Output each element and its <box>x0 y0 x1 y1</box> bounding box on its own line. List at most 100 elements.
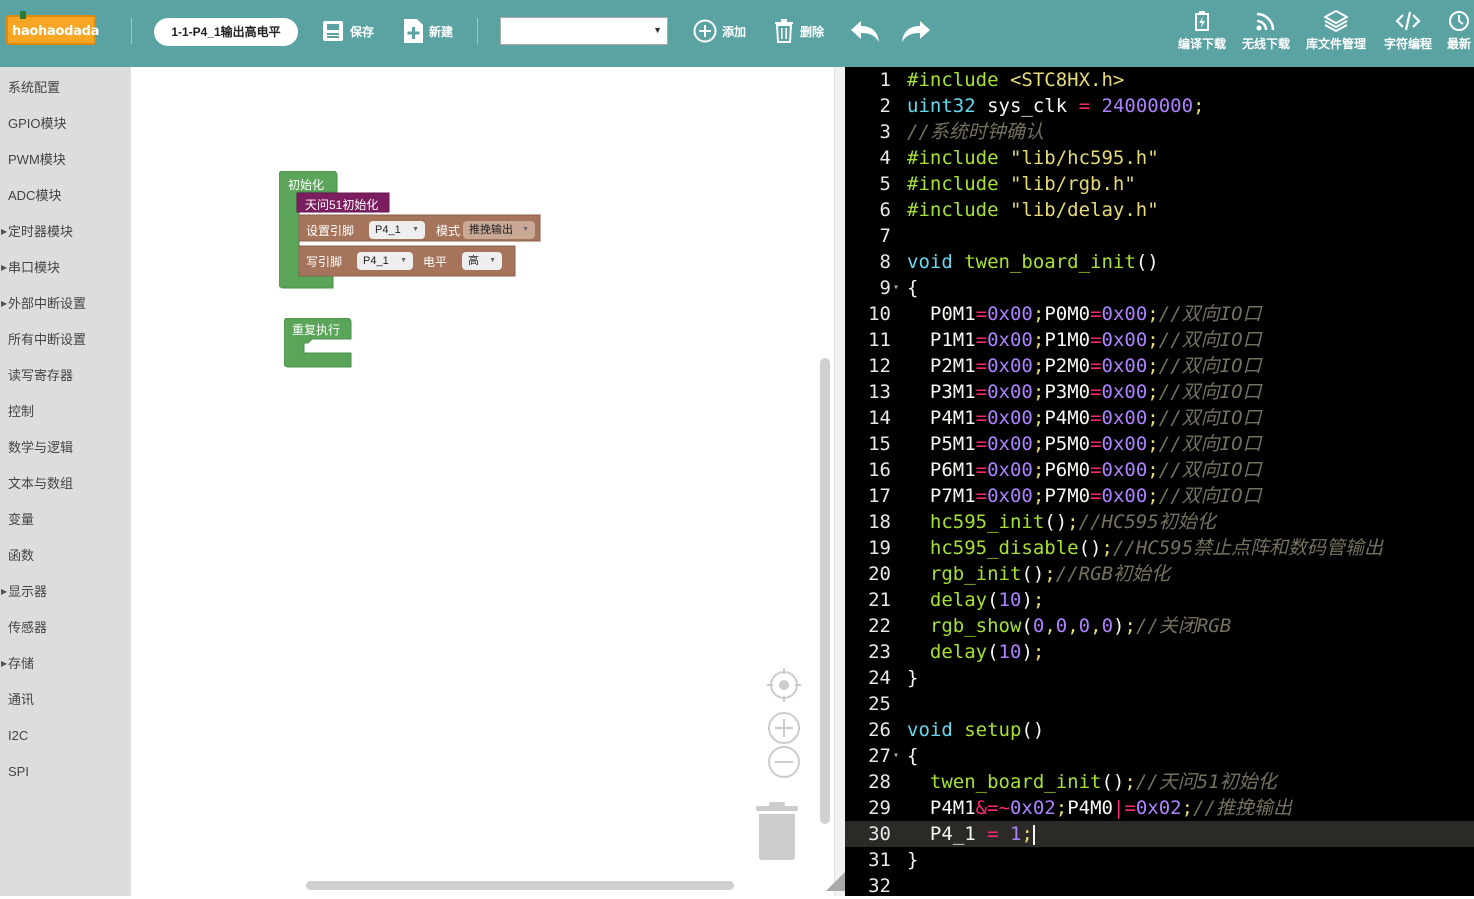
code-text: P1M1=0x00;P1M0=0x00;//双向IO口 <box>907 329 1262 351</box>
code-line[interactable]: 10 P0M1=0x00;P0M0=0x00;//双向IO口 <box>845 301 1474 327</box>
sidebar-category-label: 系统配置 <box>8 80 61 95</box>
code-line[interactable]: 2 uint32 sys_clk = 24000000; <box>845 93 1474 119</box>
code-text: P6M1=0x00;P6M0=0x00;//双向IO口 <box>907 459 1262 481</box>
sidebar-category[interactable]: ▶ 外部中断设置 <box>0 286 131 322</box>
code-line[interactable]: 14 P4M1=0x00;P4M0=0x00;//双向IO口 <box>845 405 1474 431</box>
code-line[interactable]: 29 P4M1&=~0x02;P4M0|=0x02;//推挽输出 <box>845 795 1474 821</box>
sidebar-category[interactable]: 所有中断设置 <box>0 322 131 358</box>
code-line[interactable]: 6 #include "lib/delay.h" <box>845 197 1474 223</box>
code-line[interactable]: 32 <box>845 873 1474 899</box>
text-coding-button[interactable]: 字符编程 <box>1384 10 1432 52</box>
recenter-icon[interactable] <box>767 668 801 702</box>
trash-icon <box>775 19 793 43</box>
sidebar-category[interactable]: 读写寄存器 <box>0 358 131 394</box>
sidebar-category[interactable]: ▶ 定时器模块 <box>0 214 131 250</box>
code-line[interactable]: 15 P5M1=0x00;P5M0=0x00;//双向IO口 <box>845 431 1474 457</box>
zoom-in-icon[interactable] <box>767 711 801 745</box>
filename-field[interactable]: 1-1-P4_1输出高电平 <box>154 18 298 46</box>
set-pin-dropdown[interactable]: P4_1 ▼ <box>369 221 425 239</box>
code-text: { <box>907 277 919 299</box>
code-line[interactable]: 8 void twen_board_init() <box>845 249 1474 275</box>
workspace-vertical-scrollbar[interactable] <box>820 358 830 824</box>
code-line[interactable]: 18 hc595_init();//HC595初始化 <box>845 509 1474 535</box>
sidebar-category[interactable]: I2C <box>0 718 131 754</box>
sidebar-category[interactable]: 数学与逻辑 <box>0 430 131 466</box>
workspace-divider[interactable] <box>834 67 845 896</box>
haohaodada-logo[interactable]: haohaodada <box>6 11 99 45</box>
latest-button[interactable]: 最新 <box>1447 10 1471 52</box>
sidebar-category[interactable]: 通讯 <box>0 682 131 718</box>
code-line[interactable]: 5 #include "lib/rgb.h" <box>845 171 1474 197</box>
sidebar-category[interactable]: ▶ 显示器 <box>0 574 131 610</box>
sidebar-category-label: SPI <box>8 764 29 779</box>
code-text: } <box>907 667 919 689</box>
zoom-out-icon[interactable] <box>767 745 801 779</box>
code-line[interactable]: 28 twen_board_init();//天问51初始化 <box>845 769 1474 795</box>
code-line[interactable]: 22 rgb_show(0,0,0,0);//关闭RGB <box>845 613 1474 639</box>
code-editor[interactable]: 1 #include <STC8HX.h> 2 uint32 sys_clk = 24… <box>845 67 1474 899</box>
sidebar-category[interactable]: SPI <box>0 754 131 790</box>
sidebar-category[interactable]: 变量 <box>0 502 131 538</box>
code-line[interactable]: 4 #include "lib/hc595.h" <box>845 145 1474 171</box>
code-line[interactable]: 25 <box>845 691 1474 717</box>
workspace-trash-icon[interactable] <box>755 802 799 860</box>
redo-button[interactable] <box>900 16 937 46</box>
level-dropdown[interactable]: 高 ▼ <box>462 252 502 270</box>
fold-toggle-icon[interactable]: ▾ <box>893 275 899 301</box>
line-number: 3 <box>879 121 891 143</box>
sidebar-category[interactable]: GPIO模块 <box>0 106 131 142</box>
board-select[interactable]: ▼ <box>500 17 668 45</box>
wireless-download-button[interactable]: 无线下载 <box>1242 10 1290 52</box>
add-button[interactable]: 添加 <box>693 16 746 46</box>
sidebar-category[interactable]: 函数 <box>0 538 131 574</box>
code-text: #include <STC8HX.h> <box>907 69 1125 91</box>
code-line[interactable]: 17 P7M1=0x00;P7M0=0x00;//双向IO口 <box>845 483 1474 509</box>
code-line[interactable]: 1 #include <STC8HX.h> <box>845 67 1474 93</box>
code-line[interactable]: 21 delay(10); <box>845 587 1474 613</box>
code-line[interactable]: 9 ▾ { <box>845 275 1474 301</box>
sidebar-category[interactable]: PWM模块 <box>0 142 131 178</box>
sidebar-category[interactable]: ▶ 串口模块 <box>0 250 131 286</box>
code-line[interactable]: 31} <box>845 847 1474 873</box>
delete-button[interactable]: 删除 <box>773 16 824 46</box>
workspace-horizontal-scrollbar[interactable] <box>306 881 734 890</box>
write-pin-dropdown[interactable]: P4_1 ▼ <box>357 252 413 270</box>
sidebar-category-label: 存储 <box>8 656 35 671</box>
code-line[interactable]: 24} <box>845 665 1474 691</box>
code-line[interactable]: 3 //系统时钟确认 <box>845 119 1474 145</box>
new-button[interactable]: 新建 <box>402 16 453 46</box>
code-line[interactable]: 20 rgb_init();//RGB初始化 <box>845 561 1474 587</box>
code-text: #include "lib/rgb.h" <box>907 173 1136 195</box>
new-file-icon <box>404 19 423 43</box>
code-text: P7M1=0x00;P7M0=0x00;//双向IO口 <box>907 485 1262 507</box>
library-manager-button[interactable]: 库文件管理 <box>1306 10 1366 52</box>
mode-dropdown[interactable]: 推挽输出 ▼ <box>463 221 535 239</box>
code-line[interactable]: 7 <box>845 223 1474 249</box>
code-line[interactable]: 26 void setup() <box>845 717 1474 743</box>
code-line[interactable]: 16 P6M1=0x00;P6M0=0x00;//双向IO口 <box>845 457 1474 483</box>
code-line[interactable]: 13 P3M1=0x00;P3M0=0x00;//双向IO口 <box>845 379 1474 405</box>
sidebar-category[interactable]: 文本与数组 <box>0 466 131 502</box>
init-block-label: 初始化 <box>288 178 325 192</box>
code-line[interactable]: 11 P1M1=0x00;P1M0=0x00;//双向IO口 <box>845 327 1474 353</box>
fold-toggle-icon[interactable]: ▾ <box>893 743 899 769</box>
code-line[interactable]: 19 hc595_disable();//HC595禁止点阵和数码管输出 <box>845 535 1474 561</box>
code-line[interactable]: 27 ▾ { <box>845 743 1474 769</box>
code-line[interactable]: 23 delay(10); <box>845 639 1474 665</box>
code-line[interactable]: 30 P4_1 = 1; <box>845 821 1474 847</box>
sidebar-category[interactable]: 控制 <box>0 394 131 430</box>
compile-download-button[interactable]: 编译下载 <box>1178 10 1226 52</box>
code-line[interactable]: 12 P2M1=0x00;P2M0=0x00;//双向IO口 <box>845 353 1474 379</box>
sidebar-category[interactable]: 传感器 <box>0 610 131 646</box>
mode-label: 模式 <box>436 224 461 238</box>
sidebar-category[interactable]: 系统配置 <box>0 70 131 106</box>
save-button[interactable]: 保存 <box>321 16 374 46</box>
toolbar-divider <box>131 18 132 44</box>
undo-button[interactable] <box>849 16 886 46</box>
line-number: 16 <box>868 459 891 481</box>
chevron-down-icon: ▼ <box>400 257 407 264</box>
resize-handle[interactable] <box>826 872 845 891</box>
sidebar-category[interactable]: ▶ 存储 <box>0 646 131 682</box>
chevron-down-icon: ▼ <box>653 25 662 35</box>
sidebar-category[interactable]: ADC模块 <box>0 178 131 214</box>
